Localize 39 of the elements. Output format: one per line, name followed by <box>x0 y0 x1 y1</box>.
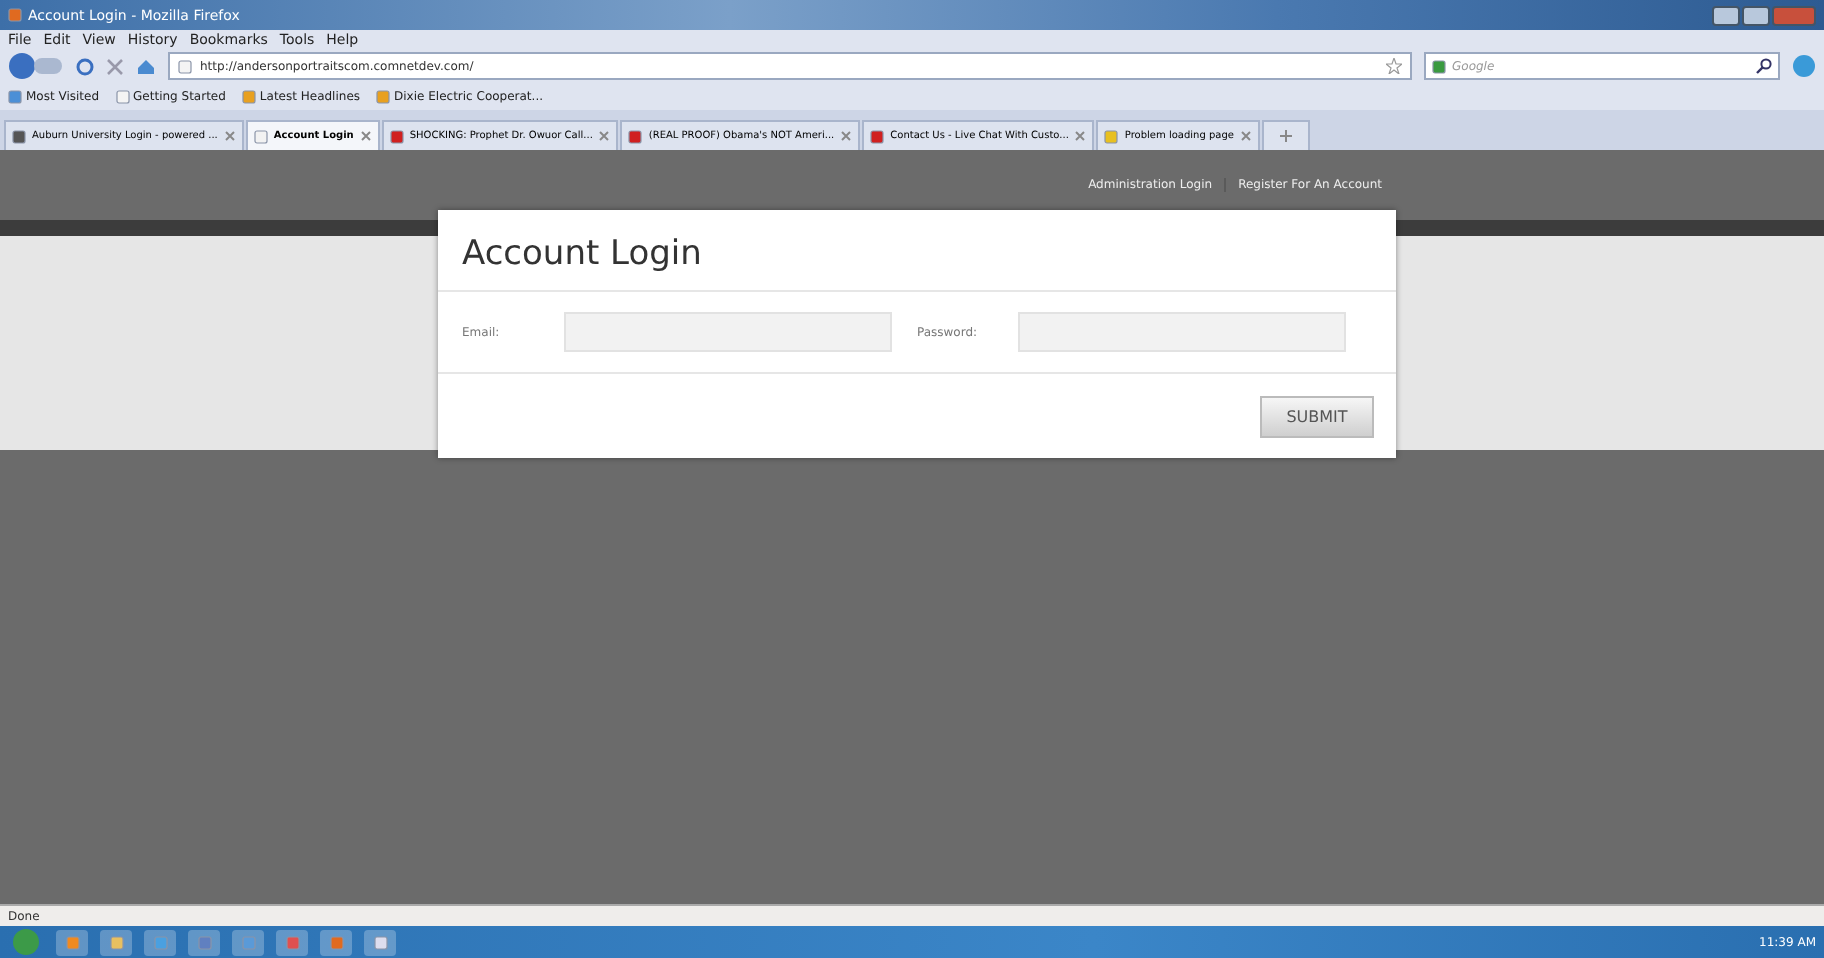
app-icon <box>373 935 387 949</box>
taskbar-button[interactable] <box>100 929 132 955</box>
search-icon[interactable] <box>1756 58 1772 74</box>
home-icon[interactable] <box>136 57 156 75</box>
close-icon[interactable] <box>840 130 853 142</box>
plus-icon <box>1279 130 1292 142</box>
minimize-button[interactable] <box>1712 5 1740 25</box>
star-icon[interactable] <box>1386 58 1402 74</box>
taskbar-button[interactable] <box>276 929 308 955</box>
app-icon <box>109 935 123 949</box>
app-icon <box>285 935 299 949</box>
app-icon <box>241 935 255 949</box>
input-field[interactable] <box>1018 312 1346 352</box>
close-icon[interactable] <box>1074 130 1087 142</box>
page-icon <box>178 59 192 73</box>
app-icon <box>153 935 167 949</box>
taskbar-button[interactable] <box>188 929 220 955</box>
taskbar-button[interactable] <box>232 929 264 955</box>
new-tab-button[interactable] <box>1261 120 1310 150</box>
taskbar-button[interactable] <box>364 929 396 955</box>
app-icon <box>329 935 343 949</box>
page-icon <box>12 129 26 143</box>
app-icon <box>197 935 211 949</box>
maximize-button[interactable] <box>1742 5 1770 25</box>
search-engine-icon <box>1432 59 1446 73</box>
close-icon[interactable] <box>1239 130 1252 142</box>
taskbar-button[interactable] <box>320 929 352 955</box>
taskbar-button[interactable] <box>56 929 88 955</box>
close-icon[interactable] <box>223 130 236 142</box>
taskbar-button[interactable] <box>144 929 176 955</box>
page-icon <box>253 129 268 143</box>
stop-icon[interactable] <box>106 57 124 75</box>
card-title: Account Login <box>438 210 1396 292</box>
app-icon <box>65 935 79 949</box>
submit-button[interactable]: SUBMIT <box>1260 396 1374 438</box>
close-icon[interactable] <box>359 130 372 142</box>
input-field[interactable] <box>563 312 891 352</box>
close-icon[interactable] <box>598 130 611 142</box>
page-icon <box>115 89 130 103</box>
